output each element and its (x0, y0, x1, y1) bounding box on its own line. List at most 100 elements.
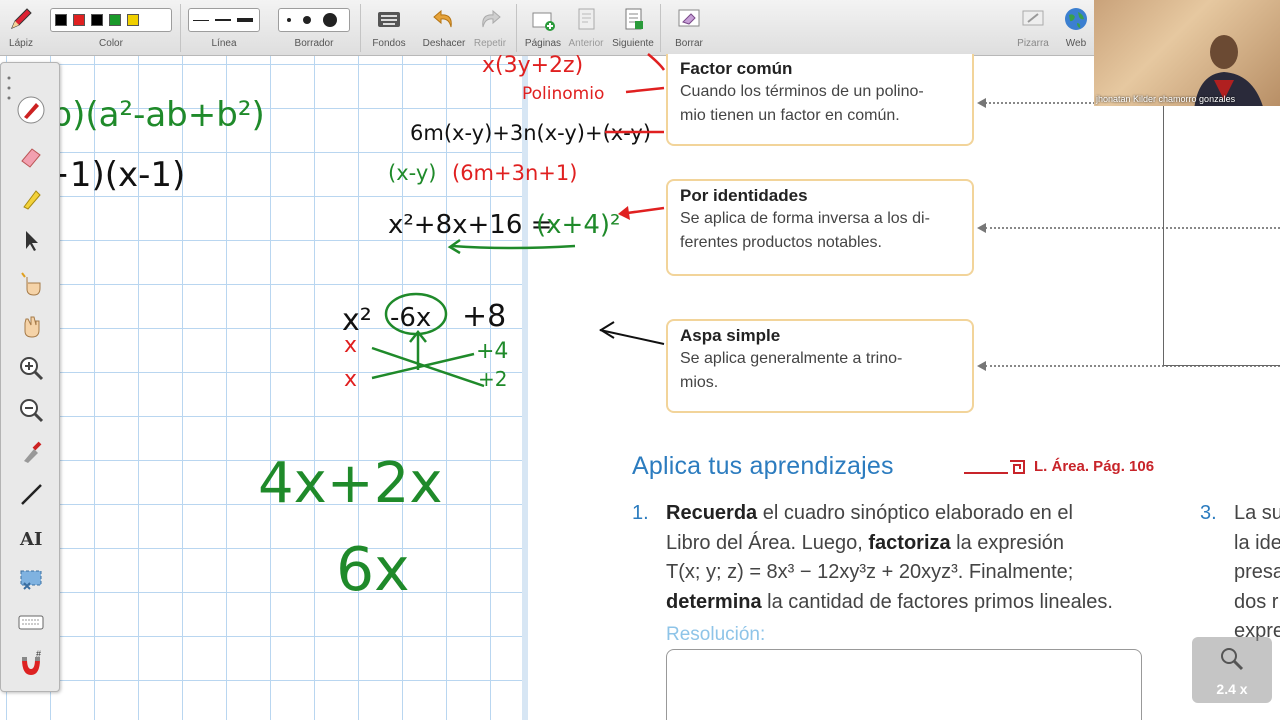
web-label: Web (1065, 38, 1087, 49)
swatch-green[interactable] (109, 14, 121, 26)
backgrounds-button[interactable]: Fondos (366, 0, 412, 56)
box-text: ferentes productos notables. (680, 234, 882, 251)
concept-box-factor-comun: Factor común Cuando los términos de un p… (666, 54, 974, 146)
concept-box-identidades: Por identidades Se aplica de forma inver… (666, 179, 974, 276)
line-tool[interactable]: Línea (186, 0, 262, 56)
backgrounds-label: Fondos (372, 38, 406, 49)
highlighter-icon[interactable] (16, 183, 46, 213)
left-toolbar: AI # (0, 62, 60, 692)
diagram-bracket-line (1163, 365, 1280, 366)
separator (360, 4, 361, 52)
section-title: Aplica tus aprendizajes (632, 452, 894, 480)
box-text: Se aplica generalmente a trino- (680, 350, 903, 367)
redo-label: Repetir (473, 38, 507, 49)
eyedropper-icon[interactable] (16, 437, 46, 467)
box-text: mio tienen un factor en común. (680, 107, 900, 124)
swatch-red[interactable] (73, 14, 85, 26)
redo-button[interactable]: Repetir (470, 0, 510, 56)
keyword: Recuerda (666, 502, 758, 524)
undo-icon (433, 9, 452, 28)
swatch-black-2[interactable] (91, 14, 103, 26)
color-label: Color (99, 38, 123, 49)
resolution-box[interactable] (666, 649, 1142, 720)
keyboard-icon[interactable] (16, 607, 46, 637)
question-1-text: Recuerda el cuadro sinóptico elaborado e… (666, 499, 1143, 617)
line-thin[interactable] (193, 19, 209, 21)
eraser-medium[interactable] (303, 16, 311, 24)
line-thick[interactable] (237, 18, 253, 22)
pencil-label: Lápiz (9, 38, 33, 49)
line-label: Línea (211, 38, 237, 49)
pages-label: Páginas (524, 38, 562, 49)
drag-handle-icon[interactable] (5, 73, 13, 113)
question-text: La su (1234, 502, 1280, 524)
separator (516, 4, 517, 52)
previous-page-button[interactable]: Anterior (566, 0, 606, 56)
question-number: 3. (1200, 502, 1217, 524)
separator (180, 4, 181, 52)
box-text: Se aplica de forma inversa a los di- (680, 210, 930, 227)
box-title: Aspa simple (680, 326, 781, 345)
pages-button[interactable]: Páginas (522, 0, 564, 56)
grid-whiteboard[interactable] (0, 56, 528, 720)
screen-capture-icon[interactable] (16, 565, 46, 595)
box-title: Factor común (680, 59, 793, 78)
svg-text:#: # (36, 649, 41, 659)
question-3-text: La su la ide presa dos r expre (1234, 499, 1280, 647)
question-text: presa (1234, 561, 1280, 583)
clear-label: Borrar (675, 38, 703, 49)
question-text: Libro del Área. Luego, (666, 531, 869, 554)
question-number: 1. (632, 502, 649, 524)
line-widths (188, 8, 260, 32)
color-swatches (50, 8, 172, 32)
question-text: la cantidad de factores primos lineales. (761, 590, 1113, 613)
book-reference-icon (1010, 460, 1025, 474)
undo-label: Deshacer (422, 38, 466, 49)
eraser-small[interactable] (287, 18, 291, 22)
participant-name: jhonatan Kilder chamorro gonzales (1096, 94, 1236, 104)
keyword: determina (666, 590, 762, 613)
screen: Lápiz Color Línea Borrador Fondos Deshac… (0, 0, 1280, 720)
zoom-widget[interactable]: 2.4 x (1192, 637, 1272, 703)
text-tool-icon[interactable]: AI (16, 523, 46, 553)
question-text: la expresión (950, 531, 1065, 554)
next-page-icon (625, 8, 643, 30)
box-text: mios. (680, 374, 719, 391)
undo-button[interactable]: Deshacer (418, 0, 470, 56)
connector-line (985, 227, 1280, 229)
resolution-label: Resolución: (666, 624, 766, 645)
next-page-button[interactable]: Siguiente (610, 0, 656, 56)
eraser-label: Borrador (294, 38, 334, 49)
line-icon[interactable] (16, 479, 46, 509)
swatch-yellow[interactable] (127, 14, 139, 26)
color-tool[interactable]: Color (48, 0, 174, 56)
pencil-icon (11, 8, 32, 29)
keyboard-icon (378, 12, 400, 27)
arrow-left-icon (977, 223, 986, 233)
zoom-in-icon[interactable] (16, 353, 46, 383)
clear-button[interactable]: Borrar (666, 0, 712, 56)
magnet-icon[interactable]: # (16, 649, 46, 679)
eraser-tool[interactable]: Borrador (276, 0, 352, 56)
top-toolbar: Lápiz Color Línea Borrador Fondos Deshac… (0, 0, 1280, 56)
eraser-large[interactable] (323, 13, 337, 27)
zoom-out-icon[interactable] (16, 395, 46, 425)
connector-line (985, 102, 1095, 104)
diagram-bracket-line (1163, 106, 1164, 365)
eraser-icon[interactable] (16, 141, 46, 171)
line-medium[interactable] (215, 19, 231, 21)
hand-pointer-icon[interactable] (16, 269, 46, 299)
whiteboard-button[interactable]: Pizarra (1010, 0, 1056, 56)
pen-icon[interactable] (16, 95, 46, 125)
keyword: factoriza (868, 531, 951, 554)
box-text: Cuando los términos de un polino- (680, 83, 924, 100)
swatch-black[interactable] (55, 14, 67, 26)
pointer-icon[interactable] (16, 225, 46, 255)
pencil-tool[interactable]: Lápiz (0, 0, 42, 56)
question-text: el cuadro sinóptico elaborado en el (757, 502, 1073, 524)
book-reference: L. Área. Pág. 106 (1034, 458, 1155, 475)
web-button[interactable]: Web (1056, 0, 1096, 56)
previous-page-label: Anterior (568, 38, 604, 49)
pan-hand-icon[interactable] (16, 311, 46, 341)
webcam-video: jhonatan Kilder chamorro gonzales (1094, 0, 1280, 106)
